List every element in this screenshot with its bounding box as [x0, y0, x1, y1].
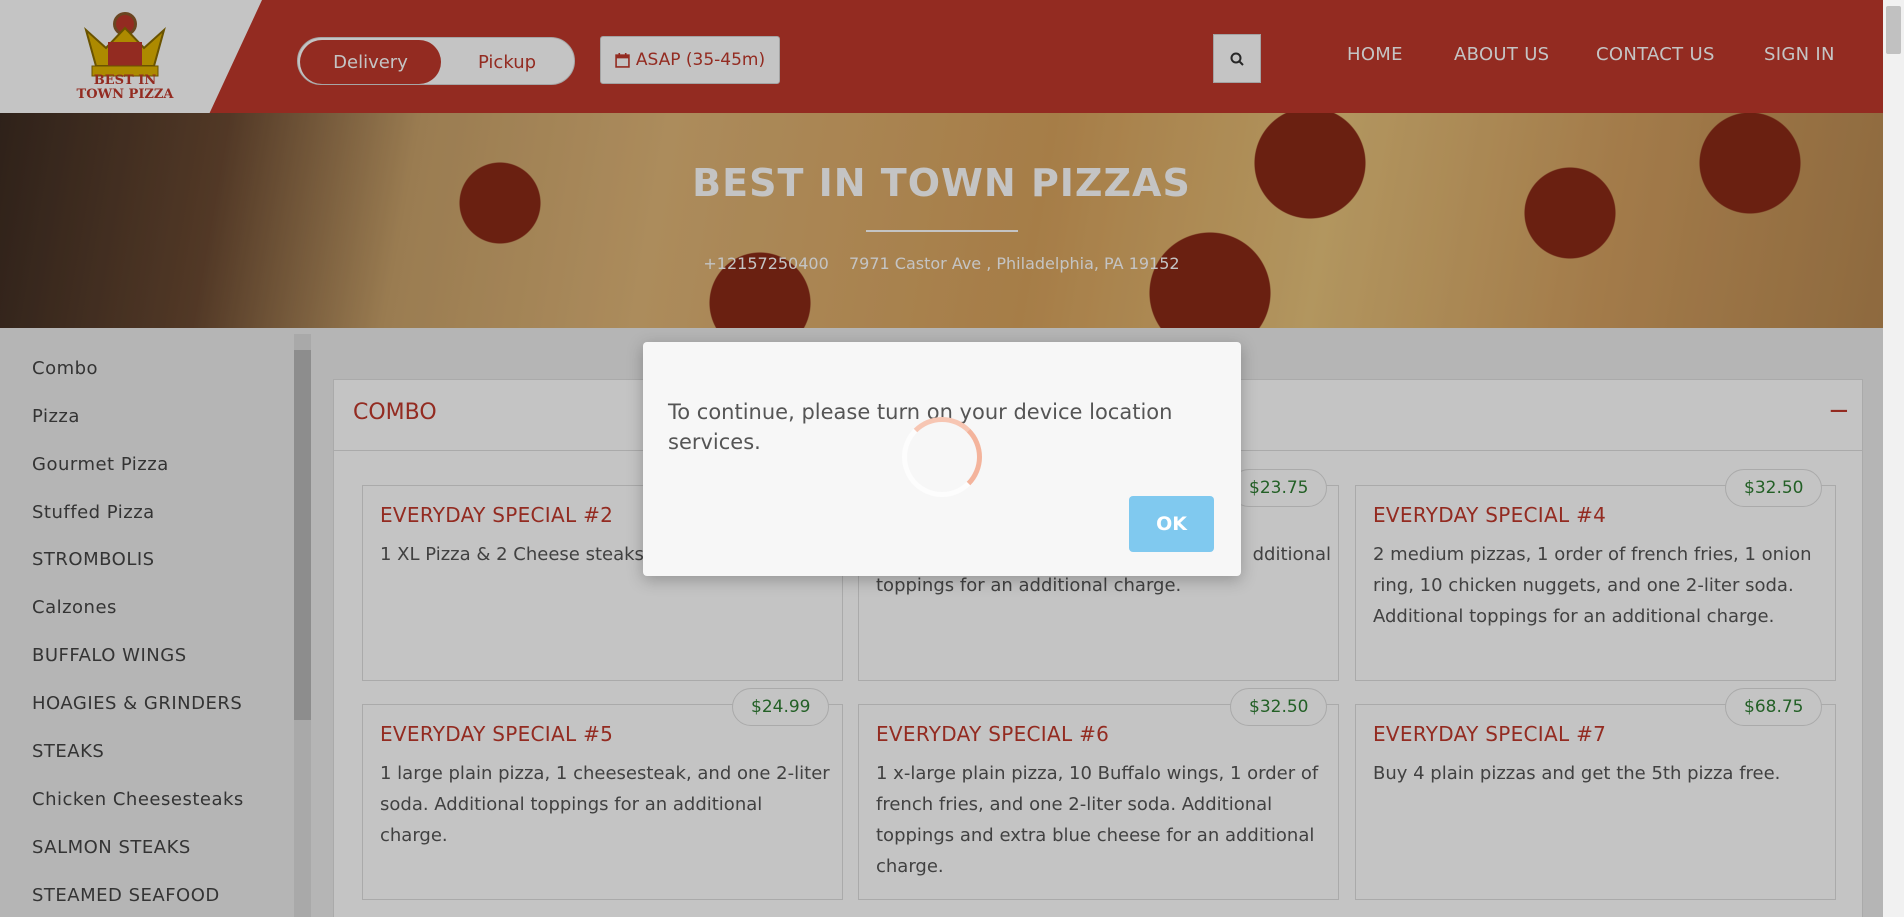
loading-spinner-icon — [902, 417, 982, 497]
page-scrollbar[interactable] — [1883, 0, 1904, 917]
page-scrollbar-thumb[interactable] — [1886, 6, 1901, 54]
ok-button[interactable]: OK — [1129, 496, 1214, 552]
